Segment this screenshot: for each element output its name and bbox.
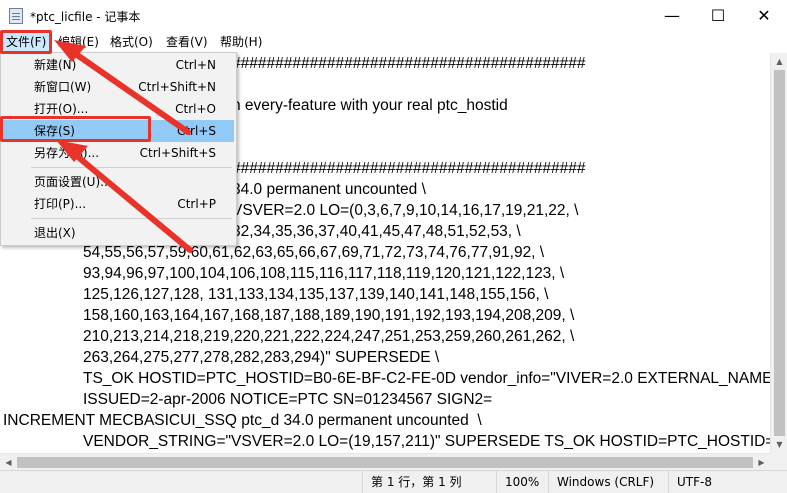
line-ending: Windows (CRLF) [548,471,668,493]
vertical-scrollbar[interactable]: ▲ ▼ [770,53,787,453]
close-button[interactable]: ✕ [741,0,787,31]
window-title: *ptc_licfile - 记事本 [30,10,141,24]
status-bar: 第 1 行，第 1 列 100% Windows (CRLF) UTF-8 [0,470,787,493]
cursor-position: 第 1 行，第 1 列 [362,471,496,493]
menu-edit[interactable]: 编辑(E) [54,33,103,51]
editor-line: 210,213,214,218,219,220,221,222,224,247,… [83,328,575,345]
vertical-scroll-thumb[interactable] [774,70,785,436]
menu-item-label: 新窗口(W) [34,80,92,94]
menu-bar: 文件(F) 编辑(E) 格式(O) 查看(V) 帮助(H) [0,31,787,52]
highlight-box-file [0,30,52,54]
menu-item-shortcut: Ctrl+S [176,124,216,138]
menu-item-shortcut: Ctrl+Shift+S [139,146,216,160]
menu-item-new[interactable]: 新建(N) Ctrl+N [3,54,234,76]
maximize-button[interactable]: ☐ [695,0,741,31]
menu-item-label: 退出(X) [34,226,76,240]
menu-separator [31,167,232,168]
menu-item-save-as[interactable]: 另存为(A)... Ctrl+Shift+S [3,142,234,164]
menu-item-new-window[interactable]: 新窗口(W) Ctrl+Shift+N [3,76,234,98]
menu-item-shortcut: Ctrl+P [177,197,216,211]
menu-item-label: 打印(P)... [34,197,87,211]
editor-line: ########################################… [232,55,586,72]
menu-item-exit[interactable]: 退出(X) [3,222,234,244]
menu-item-page-setup[interactable]: 页面设置(U)... [3,171,234,193]
menu-format[interactable]: 格式(O) [106,33,157,51]
menu-help[interactable]: 帮助(H) [216,33,266,51]
horizontal-scrollbar[interactable]: ◀ ▶ [0,453,770,470]
menu-item-label: 新建(N) [34,58,77,72]
notepad-icon [9,8,23,24]
editor-line: VENDOR_STRING="VSVER=2.0 LO=(19,157,211)… [83,433,770,450]
file-menu-dropdown: 新建(N) Ctrl+N 新窗口(W) Ctrl+Shift+N 打开(O)..… [0,52,237,246]
menu-item-label: 页面设置(U)... [34,175,112,189]
menu-item-shortcut: Ctrl+O [175,102,216,116]
zoom-level: 100% [496,471,548,493]
menu-item-shortcut: Ctrl+N [175,58,216,72]
editor-line: 158,160,163,164,167,168,187,188,189,190,… [83,307,575,324]
editor-line: 263,264,275,277,278,282,283,294)" SUPERS… [83,349,440,366]
menu-separator [31,218,232,219]
encoding: UTF-8 [668,471,787,493]
menu-item-shortcut: Ctrl+Shift+N [138,80,216,94]
scroll-right-icon[interactable]: ▶ [753,454,770,471]
title-bar: *ptc_licfile - 记事本 — ☐ ✕ [0,0,787,31]
menu-view[interactable]: 查看(V) [162,33,212,51]
editor-line: 32,34,35,36,37,40,41,45,47,48,51,52,53, … [232,223,521,240]
highlight-box-save [0,116,151,142]
scroll-up-icon[interactable]: ▲ [771,53,787,70]
scroll-corner [770,453,787,470]
menu-item-print[interactable]: 打印(P)... Ctrl+P [3,193,234,215]
editor-line: ########################################… [232,160,586,177]
menu-item-label: 另存为(A)... [34,146,100,160]
editor-line: ISSUED=2-apr-2006 NOTICE=PTC SN=01234567… [83,391,493,408]
editor-line: INCREMENT MECBASICUI_SSQ ptc_d 34.0 perm… [3,412,482,429]
minimize-button[interactable]: — [649,0,695,31]
editor-line: n every-feature with your real ptc_hosti… [232,97,508,114]
editor-line: 34.0 permanent uncounted \ [232,181,426,198]
editor-line: 125,126,127,128, 131,133,134,135,137,139… [83,286,549,303]
scroll-left-icon[interactable]: ◀ [0,454,17,471]
horizontal-scroll-thumb[interactable] [17,457,753,468]
editor-line: TS_OK HOSTID=PTC_HOSTID=B0-6E-BF-C2-FE-0… [83,370,770,387]
editor-line: 93,94,96,97,100,104,106,108,115,116,117,… [83,265,565,282]
editor-line: VSVER=2.0 LO=(0,3,6,7,9,10,14,16,17,19,2… [232,202,579,219]
scroll-down-icon[interactable]: ▼ [771,436,787,453]
